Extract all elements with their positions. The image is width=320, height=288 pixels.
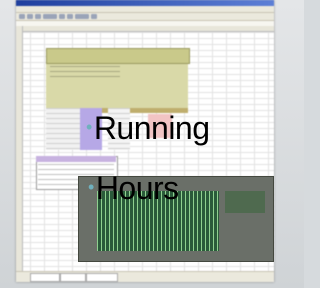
lower-table-header xyxy=(36,156,116,162)
sheet-tab-bar xyxy=(16,271,274,282)
bullet-icon: • xyxy=(86,117,92,137)
menu-bar xyxy=(16,6,274,13)
sheet-tab xyxy=(30,273,60,282)
toolbar-button xyxy=(91,14,97,19)
toolbar-button xyxy=(75,14,89,19)
bullet-item-running: • Running xyxy=(86,112,210,144)
toolbar-button xyxy=(19,14,25,19)
sheet-tab xyxy=(60,273,86,282)
bullet-label: Hours xyxy=(95,170,179,206)
chart-legend xyxy=(225,191,265,213)
toolbar-button xyxy=(43,14,57,19)
bullet-icon: • xyxy=(88,177,94,197)
bullet-item-hours: • Hours xyxy=(88,172,179,204)
row-headers xyxy=(16,26,23,272)
bullet-label: Running xyxy=(93,110,210,146)
table-column xyxy=(46,108,80,150)
summary-title-cell xyxy=(46,48,190,64)
toolbar-button xyxy=(27,14,33,19)
toolbar-button xyxy=(35,14,41,19)
toolbar-button xyxy=(67,14,73,19)
toolbar-button xyxy=(59,14,65,19)
sheet-tab xyxy=(86,273,118,282)
toolbar xyxy=(16,13,274,21)
column-headers xyxy=(16,26,274,32)
summary-info-rows xyxy=(50,66,120,80)
